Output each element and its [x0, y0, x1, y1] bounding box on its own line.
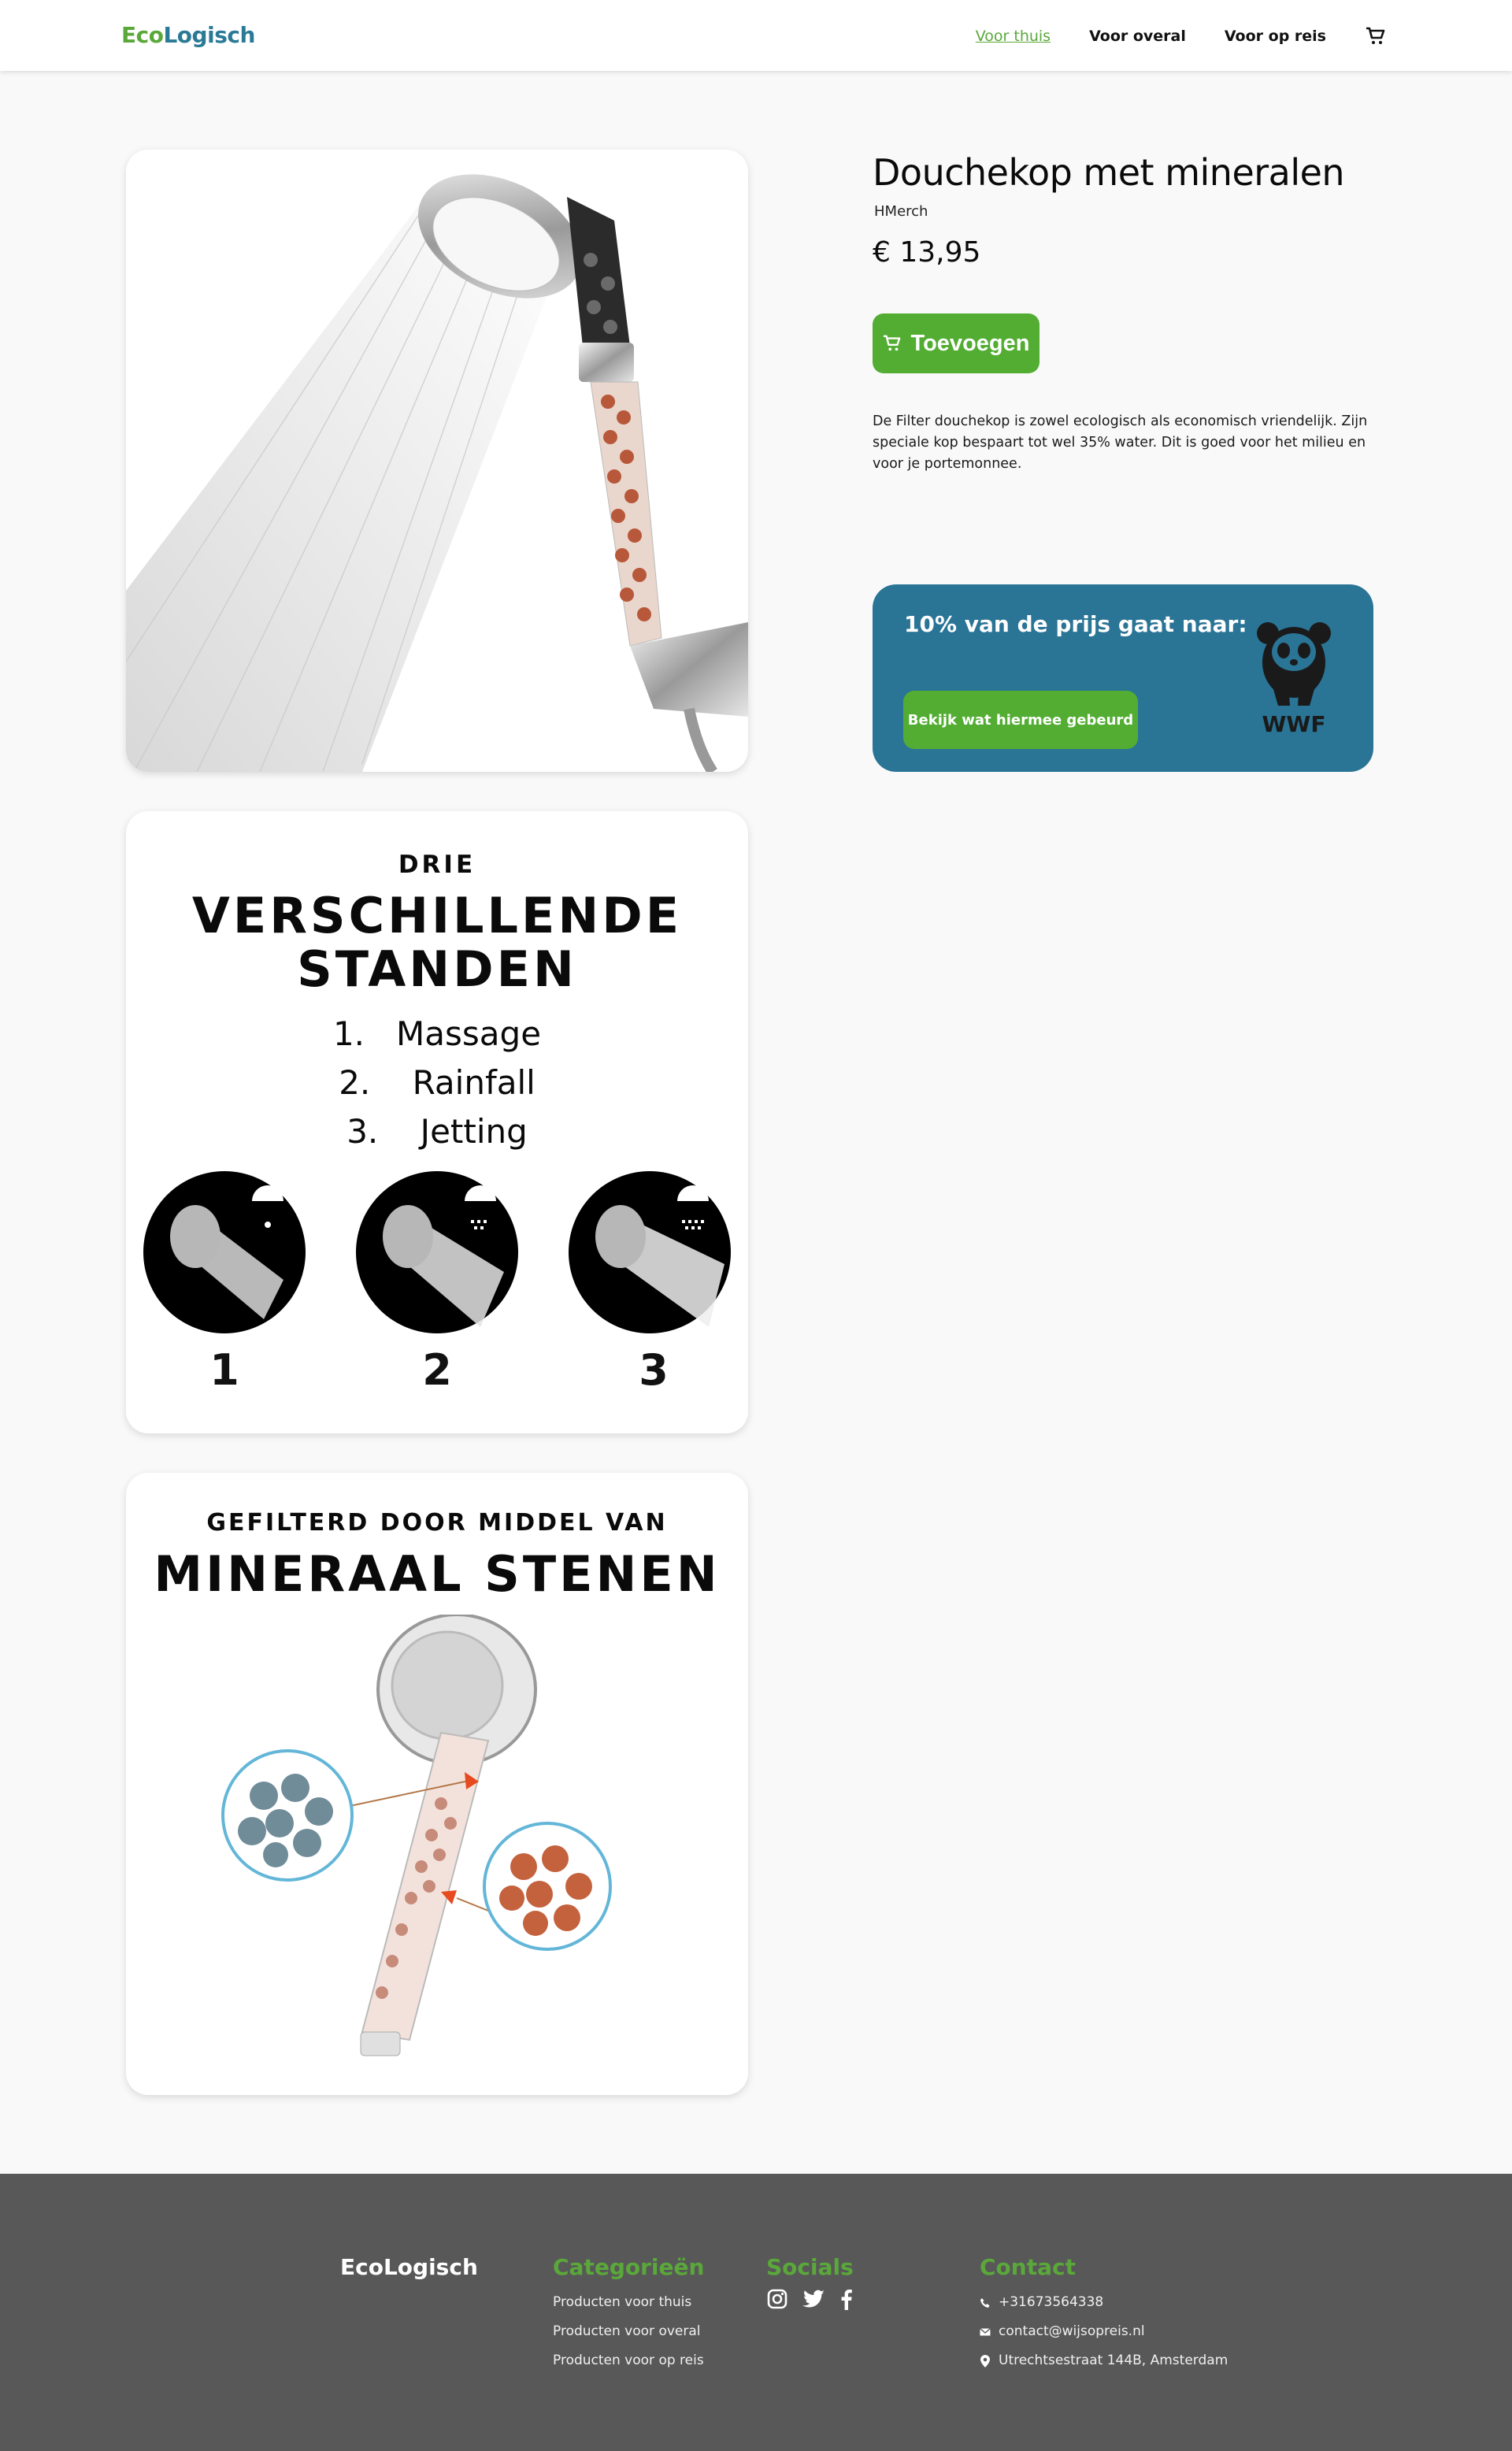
location-pin-icon — [980, 2354, 990, 2368]
image3-heading-small: GEFILTERD DOOR MIDDEL VAN — [206, 1509, 668, 1537]
mineral-filter-illustration — [221, 1615, 612, 2056]
nav-link-voor-thuis[interactable]: Voor thuis — [976, 28, 1051, 45]
product-title: Douchekop met mineralen — [873, 151, 1345, 194]
shopping-cart-icon[interactable] — [1366, 27, 1386, 46]
nav-link-voor-overal[interactable]: Voor overal — [1089, 28, 1186, 45]
footer-socials: Socials — [766, 2254, 865, 2310]
footer-categories-title: Categorieën — [553, 2254, 705, 2280]
mode-2-circle — [356, 1171, 518, 1333]
image2-heading-line2: STANDEN — [297, 940, 577, 998]
wwf-logo: WWF — [1257, 622, 1331, 737]
main-nav: Voor thuis Voor overal Voor op reis — [937, 27, 1386, 46]
footer-contact-title: Contact — [980, 2254, 1076, 2280]
mode-1-circle — [143, 1171, 306, 1333]
footer-brand[interactable]: EcoLogisch — [340, 2254, 478, 2280]
product-price: € 13,95 — [873, 236, 981, 269]
footer-phone[interactable]: +31673564338 — [980, 2288, 1228, 2317]
shopping-cart-icon — [883, 335, 900, 351]
product-description: De Filter douchekop is zowel ecologisch … — [873, 413, 1368, 472]
phone-icon — [980, 2297, 990, 2308]
mode-circles-illustration — [143, 1171, 731, 1333]
mode-item: 3. Jetting — [346, 1112, 528, 1151]
mode-number: 2 — [422, 1345, 452, 1395]
footer: EcoLogisch Categorieën Producten voor th… — [0, 2174, 1512, 2451]
footer-link-overal[interactable]: Producten voor overal — [553, 2317, 704, 2346]
footer-email[interactable]: contact@wijsopreis.nl — [980, 2317, 1228, 2346]
image2-heading-line1: VERSCHILLENDE — [191, 887, 683, 944]
product-image-2[interactable]: DRIE VERSCHILLENDE STANDEN 1. Massage 2.… — [126, 811, 748, 1433]
mode-number: 3 — [639, 1345, 669, 1395]
donation-box: 10% van de prijs gaat naar: Bekijk wat h… — [873, 584, 1373, 772]
footer-socials-title: Socials — [766, 2254, 854, 2280]
twitter-icon[interactable] — [801, 2288, 826, 2310]
footer-link-op-reis[interactable]: Producten voor op reis — [553, 2346, 704, 2375]
footer-link-thuis[interactable]: Producten voor thuis — [553, 2288, 704, 2317]
shower-head-photo — [126, 174, 748, 772]
instagram-icon[interactable] — [766, 2288, 788, 2310]
facebook-icon[interactable] — [839, 2288, 853, 2310]
donation-info-button[interactable]: Bekijk wat hiermee gebeurd — [903, 691, 1138, 749]
mode-3-circle — [569, 1171, 731, 1333]
image2-heading-small: DRIE — [398, 851, 476, 879]
product-image-3[interactable]: GEFILTERD DOOR MIDDEL VAN MINERAAL STENE… — [126, 1473, 748, 2095]
product-image-1[interactable] — [126, 150, 748, 772]
footer-address[interactable]: Utrechtsestraat 144B, Amsterdam — [980, 2346, 1228, 2375]
nav-link-voor-op-reis[interactable]: Voor op reis — [1225, 28, 1326, 45]
wwf-logo-text: WWF — [1262, 711, 1326, 737]
product-brand: HMerch — [874, 203, 928, 220]
donation-text: 10% van de prijs gaat naar: — [904, 611, 1247, 637]
add-to-cart-label: Toevoegen — [910, 330, 1030, 356]
add-to-cart-button[interactable]: Toevoegen — [873, 313, 1040, 373]
mode-number: 1 — [209, 1345, 239, 1395]
mode-item: 2. Rainfall — [339, 1063, 536, 1102]
mode-item: 1. Massage — [332, 1014, 542, 1053]
mail-icon — [980, 2327, 991, 2335]
footer-contact: Contact +31673564338 contact@wijsopreis.… — [980, 2254, 1228, 2375]
navbar: EcoLogisch Voor thuis Voor overal Voor o… — [0, 0, 1512, 71]
image3-heading-large: MINERAAL STENEN — [154, 1545, 721, 1603]
footer-categories: Categorieën Producten voor thuis Product… — [553, 2254, 704, 2375]
site-logo[interactable]: EcoLogisch — [121, 22, 255, 48]
